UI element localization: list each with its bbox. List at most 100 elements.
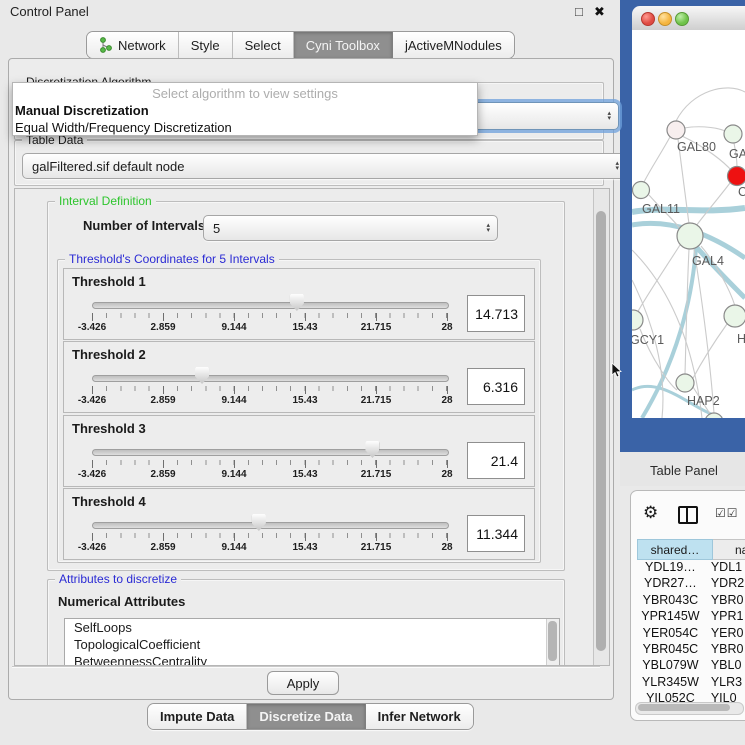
table-row[interactable]: YBL079WYBL0 (637, 658, 745, 674)
slider-major-tick (234, 386, 235, 394)
cell-shared-name: YBR045C (637, 642, 704, 658)
network-node[interactable] (633, 182, 650, 199)
threshold-3-panel: Threshold 3 -3.4262.8599.14415.4321.7152… (63, 415, 535, 487)
settings-vertical-scrollbar-thumb[interactable] (596, 211, 606, 651)
threshold-4-value-input[interactable] (467, 515, 525, 552)
slider-tick-label: 9.144 (221, 469, 246, 480)
table-horizontal-scrollbar[interactable] (635, 702, 744, 715)
slider-minor-ticks (92, 313, 447, 318)
table-row[interactable]: YDL19…YDL1 (637, 560, 745, 576)
slider-minor-ticks (92, 386, 447, 391)
threshold-1-slider-track[interactable] (92, 302, 449, 309)
network-node-label: GAL4 (692, 254, 724, 268)
attribute-item[interactable]: TopologicalCoefficient (65, 636, 559, 653)
close-icon[interactable]: ✖ (594, 4, 605, 20)
network-node[interactable] (677, 223, 703, 249)
float-window-icon[interactable]: □ (575, 4, 583, 19)
tab-cyni-toolbox[interactable]: Cyni Toolbox (294, 32, 393, 58)
attribute-item[interactable]: SelfLoops (65, 619, 559, 636)
apply-button[interactable]: Apply (267, 671, 339, 695)
number-of-intervals-value: 5 (213, 221, 220, 236)
table-horizontal-scrollbar-thumb[interactable] (638, 704, 730, 711)
threshold-2-value-input[interactable] (467, 368, 525, 405)
table-panel-window: ⚙ ☑☑ shared… na YDL19…YDL1 YDR27…YDR2 YB… (630, 490, 745, 721)
network-node[interactable] (676, 374, 694, 392)
column-header-shared-name[interactable]: shared… (637, 539, 713, 560)
slider-major-tick (305, 386, 306, 394)
table-rows: YDL19…YDL1 YDR27…YDR2 YBR043CYBR0 YPR145… (637, 560, 745, 720)
table-row[interactable]: YER054CYER0 (637, 626, 745, 642)
tab-style[interactable]: Style (179, 32, 233, 58)
slider-tick-label: 15.43 (292, 322, 317, 333)
slider-tick-label: 28 (441, 469, 452, 480)
network-node[interactable] (724, 125, 742, 143)
network-window-titlebar[interactable] (632, 6, 745, 31)
attribute-item[interactable]: BetweennessCentrality (65, 653, 559, 666)
bottom-tabstrip: Impute Data Discretize Data Infer Networ… (147, 703, 474, 730)
close-traffic-light[interactable] (641, 12, 655, 26)
slider-major-tick (305, 460, 306, 468)
tab-infer-network[interactable]: Infer Network (366, 704, 473, 729)
slider-major-tick (305, 533, 306, 541)
cell-name: YDR2 (704, 576, 745, 592)
network-node-label: HAP2 (687, 394, 720, 408)
tab-jactivemnodules[interactable]: jActiveMNodules (393, 32, 514, 58)
tab-style-label: Style (191, 38, 220, 53)
slider-major-tick (163, 386, 164, 394)
minimize-traffic-light[interactable] (658, 12, 672, 26)
slider-tick-label: 28 (441, 395, 452, 406)
network-node-label: GCY1 (632, 333, 664, 347)
cell-name: YBR0 (704, 642, 745, 658)
network-node-label: GA (729, 147, 745, 161)
table-row[interactable]: YLR345WYLR3 (637, 675, 745, 691)
network-node[interactable] (667, 121, 685, 139)
table-row[interactable]: YDR27…YDR2 (637, 576, 745, 592)
table-data-combobox[interactable]: galFiltered.sif default node ▴▾ (22, 153, 627, 179)
threshold-2-label: Threshold 2 (72, 347, 146, 362)
column-header-name[interactable]: na (713, 539, 745, 560)
algorithm-popup: Select algorithm to view settings Manual… (12, 82, 478, 136)
attributes-list-scrollbar-thumb[interactable] (548, 621, 557, 661)
slider-tick-label: 9.144 (221, 322, 246, 333)
tab-jactivemnodules-label: jActiveMNodules (405, 38, 502, 53)
algorithm-option-manual[interactable]: Manual Discretization (13, 102, 477, 119)
tab-discretize-data[interactable]: Discretize Data (247, 704, 365, 729)
tab-network[interactable]: Network (87, 32, 179, 58)
column-layout-icon[interactable] (678, 506, 698, 524)
threshold-2-panel: Threshold 2 -3.4262.8599.14415.4321.7152… (63, 341, 535, 413)
cell-shared-name: YDR27… (637, 576, 704, 592)
numerical-attributes-list[interactable]: SelfLoops TopologicalCoefficient Between… (64, 618, 560, 666)
gear-icon[interactable]: ⚙ (643, 504, 658, 521)
algorithm-popup-prompt: Select algorithm to view settings (13, 85, 477, 102)
thresholds-group-title: Threshold's Coordinates for 5 Intervals (65, 252, 279, 266)
table-row[interactable]: YBR045CYBR0 (637, 642, 745, 658)
slider-tick-label: -3.426 (78, 542, 106, 553)
network-graph: GAL80GACGAL11GAL4GCY1HHAP2 (632, 30, 745, 418)
slider-tick-label: 21.715 (361, 469, 392, 480)
threshold-2-slider-track[interactable] (92, 375, 449, 382)
zoom-traffic-light[interactable] (675, 12, 689, 26)
tab-select[interactable]: Select (233, 32, 294, 58)
network-node[interactable] (632, 310, 643, 330)
network-node[interactable] (724, 305, 745, 327)
number-of-intervals-label: Number of Intervals (83, 218, 205, 233)
table-data-selected-value: galFiltered.sif default node (32, 159, 184, 174)
algorithm-option-equal-width[interactable]: Equal Width/Frequency Discretization (13, 119, 477, 136)
network-canvas[interactable]: GAL80GACGAL11GAL4GCY1HHAP2 (632, 30, 745, 418)
select-columns-checkboxes-icon[interactable]: ☑☑ (715, 506, 739, 520)
table-row[interactable]: YPR145WYPR1 (637, 609, 745, 625)
attributes-list-scrollbar[interactable] (546, 619, 559, 666)
table-row[interactable]: YBR043CYBR0 (637, 593, 745, 609)
table-header-row: shared… na (637, 539, 745, 560)
threshold-1-value-input[interactable] (467, 295, 525, 332)
settings-vertical-scrollbar[interactable] (593, 189, 609, 665)
threshold-4-slider-track[interactable] (92, 522, 449, 529)
network-node[interactable] (728, 167, 745, 186)
tab-impute-data[interactable]: Impute Data (148, 704, 247, 729)
slider-tick-label: -3.426 (78, 322, 106, 333)
network-node-label: C (738, 185, 745, 199)
threshold-3-slider-track[interactable] (92, 449, 449, 456)
number-of-intervals-combobox[interactable]: 5 ▴▾ (203, 215, 498, 241)
threshold-3-value-input[interactable] (467, 442, 525, 479)
threshold-2-slider-ticks: -3.4262.8599.14415.4321.71528 (92, 386, 447, 408)
